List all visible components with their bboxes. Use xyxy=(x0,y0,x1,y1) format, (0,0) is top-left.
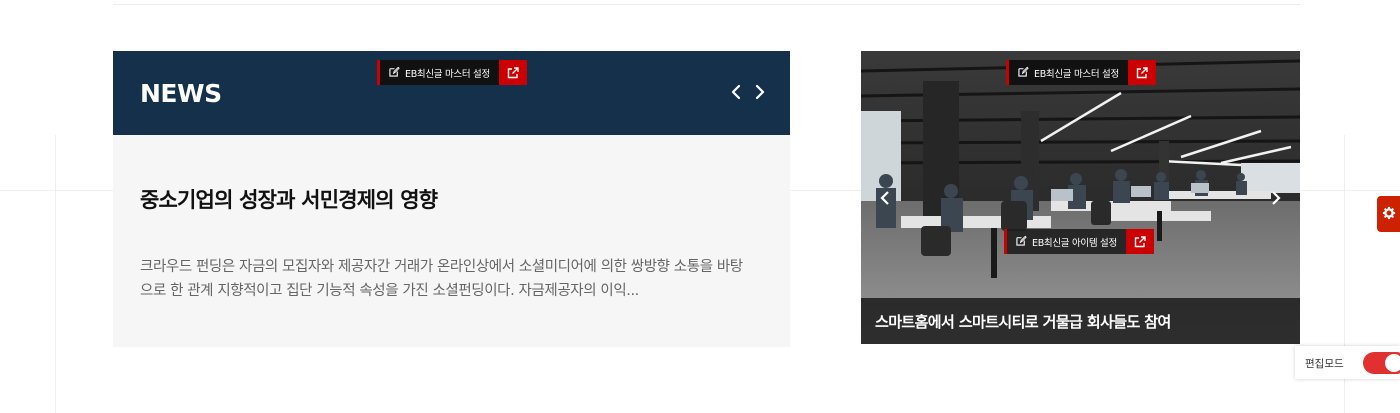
item-settings: EB최신글 아이템 설정 xyxy=(1004,229,1154,254)
news-nav xyxy=(730,83,766,101)
edit-mode-widget: 편집모드 xyxy=(1295,346,1400,379)
slider-master-label: EB최신글 마스터 설정 xyxy=(1034,68,1119,80)
slide-caption-text: 스마트홈에서 스마트시티로 거물급 회사들도 참여 xyxy=(875,313,1171,331)
latest-posts-master-label: EB최신글 마스터 설정 xyxy=(405,68,490,80)
news-excerpt: 크라우드 펀딩은 자금의 모집자와 제공자간 거래가 온라인상에서 소셜미디어에… xyxy=(140,259,743,299)
news-headline[interactable]: 중소기업의 성장과 서민경제의 영향 xyxy=(140,184,438,214)
slider-master-settings-button[interactable]: EB최신글 마스터 설정 xyxy=(1006,60,1128,85)
slider-next-icon[interactable] xyxy=(1270,189,1282,207)
chevron-left-icon[interactable] xyxy=(730,83,744,101)
gear-icon xyxy=(1382,205,1396,224)
settings-tab[interactable] xyxy=(1377,196,1400,232)
edit-icon xyxy=(1016,235,1027,249)
slider-prev-icon[interactable] xyxy=(879,189,891,207)
edit-icon xyxy=(1018,66,1029,80)
edit-mode-toggle[interactable] xyxy=(1363,352,1400,374)
edit-icon xyxy=(389,66,400,80)
top-divider xyxy=(113,4,1300,5)
external-link-icon[interactable] xyxy=(498,60,527,85)
page: NEWS 중소기업의 성장과 서민경제의 영향 크라우드 펀딩은 자금의 모집자… xyxy=(0,0,1400,413)
external-link-icon[interactable] xyxy=(1127,60,1156,85)
news-title: NEWS xyxy=(140,79,222,108)
slider-master-settings: EB최신글 마스터 설정 xyxy=(1006,60,1156,85)
item-settings-button[interactable]: EB최신글 아이템 설정 xyxy=(1004,229,1126,254)
latest-posts-master-settings-button[interactable]: EB최신글 마스터 설정 xyxy=(377,60,499,85)
edit-mode-label: 편집모드 xyxy=(1305,358,1344,370)
chevron-right-icon[interactable] xyxy=(752,83,766,101)
item-settings-label: EB최신글 아이템 설정 xyxy=(1032,237,1117,249)
toggle-knob xyxy=(1385,354,1400,372)
guide-line-left xyxy=(55,135,56,413)
external-link-icon[interactable] xyxy=(1125,229,1154,254)
slide-caption[interactable]: 스마트홈에서 스마트시티로 거물급 회사들도 참여 xyxy=(861,298,1300,344)
latest-posts-master-settings: EB최신글 마스터 설정 xyxy=(377,60,527,85)
image-slider[interactable]: 스마트홈에서 스마트시티로 거물급 회사들도 참여 xyxy=(861,51,1300,344)
news-panel: NEWS 중소기업의 성장과 서민경제의 영향 크라우드 펀딩은 자금의 모집자… xyxy=(113,51,790,347)
